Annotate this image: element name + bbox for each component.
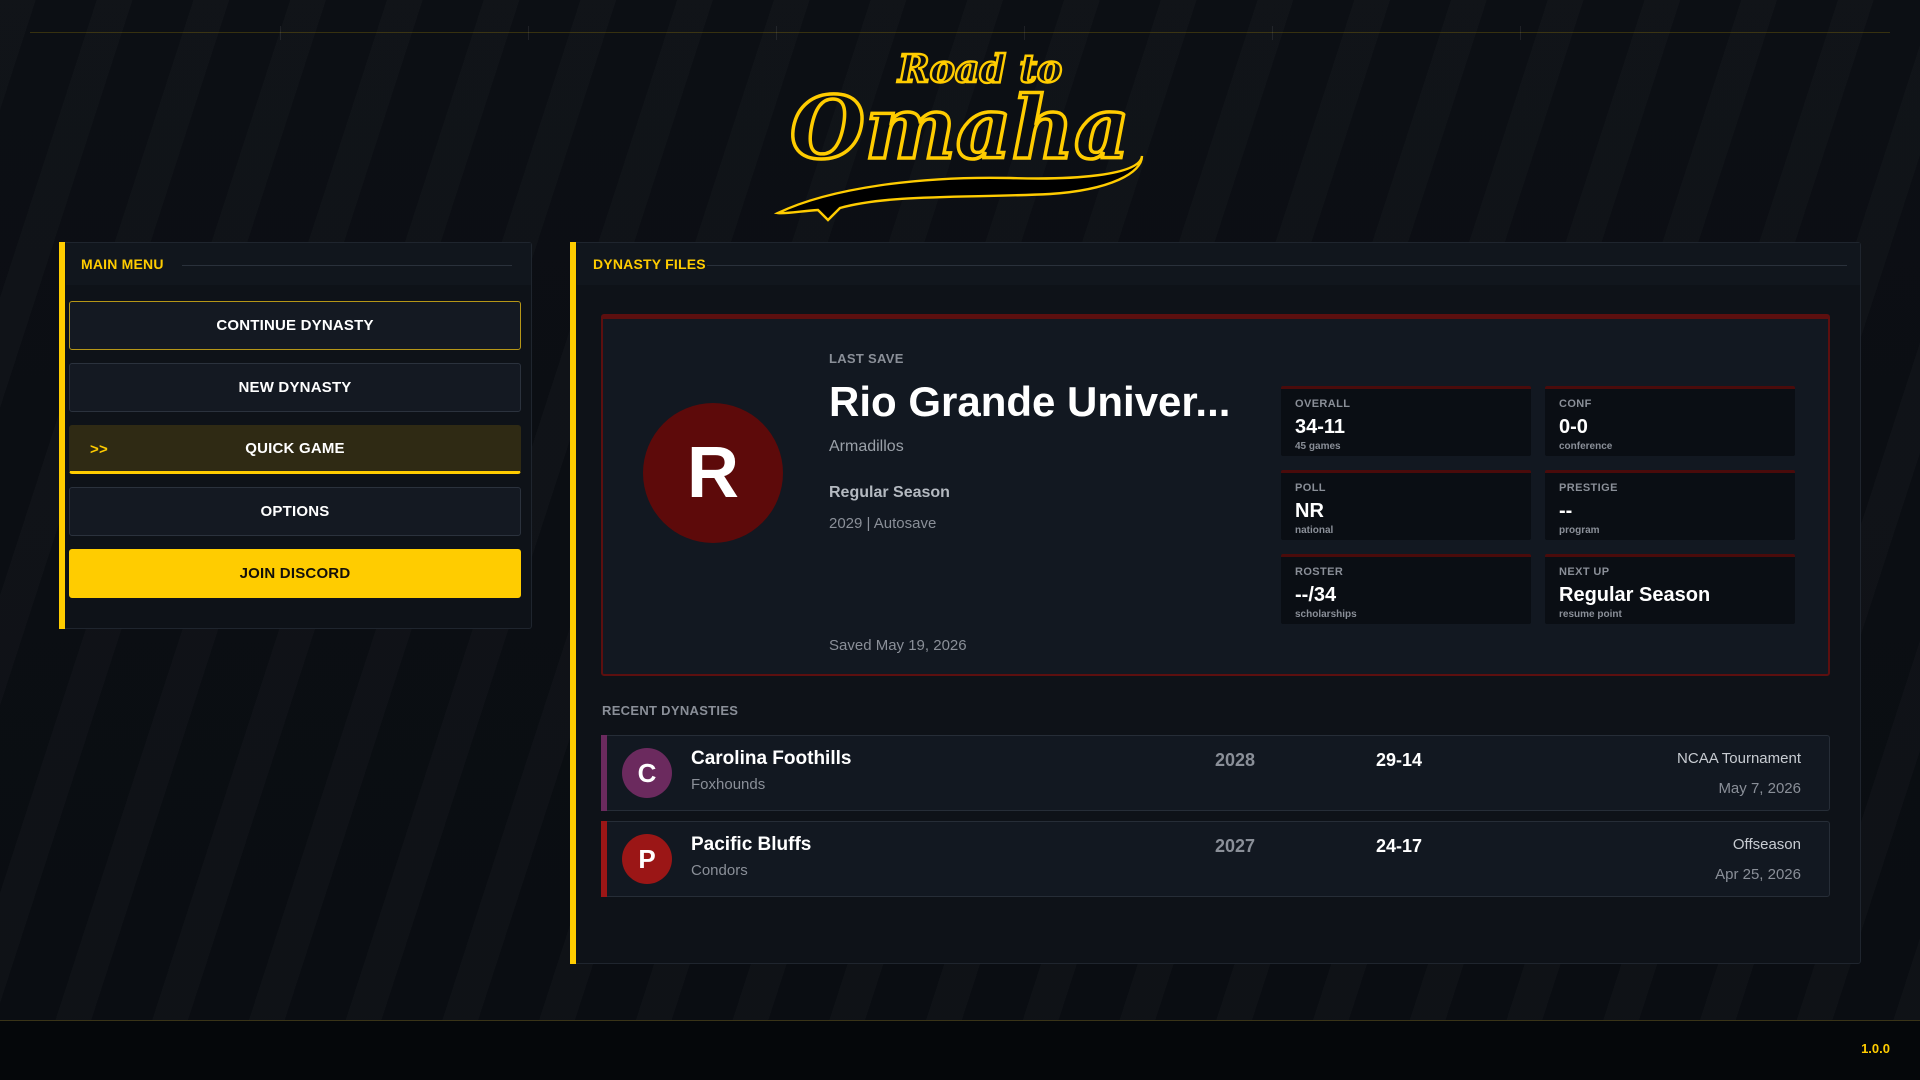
road-to-omaha-logo: Road to Omaha (773, 48, 1144, 222)
top-tick (1024, 26, 1025, 40)
version-label: 1.0.0 (1861, 1041, 1890, 1056)
team-mascot: Foxhounds (691, 776, 766, 793)
options-label: OPTIONS (260, 503, 330, 520)
panel-header: MAIN MENU (66, 243, 531, 285)
new-dynasty-label: NEW DYNASTY (238, 379, 352, 396)
team-avatar: P (622, 834, 672, 884)
stat-label: CONF (1559, 398, 1592, 410)
team-initial: R (687, 433, 739, 513)
stat-sub: national (1295, 525, 1334, 536)
dynasty-row-carolina-foothills[interactable]: C Carolina Foothills Foxhounds 2028 29-1… (601, 735, 1830, 811)
stat-value: Regular Season (1559, 584, 1711, 606)
stat-value: -- (1559, 500, 1573, 522)
stat-next-up: NEXT UP Regular Season resume point (1545, 554, 1795, 624)
top-tick (528, 26, 529, 40)
team-initial: C (637, 757, 657, 788)
panel-accent (59, 242, 65, 629)
dynasty-record: 29-14 (1376, 750, 1423, 770)
dynasty-year: 2027 (1215, 836, 1256, 856)
panel-accent (570, 242, 576, 964)
main-menu-title: MAIN MENU (81, 256, 164, 272)
logo-main-text: Omaha (790, 78, 1130, 179)
stat-label: PRESTIGE (1559, 482, 1618, 494)
year-slot: 2029 | Autosave (829, 515, 937, 532)
panel-header-rule (182, 265, 512, 266)
stat-poll: POLL NR national (1281, 470, 1531, 540)
stat-sub: 45 games (1295, 441, 1341, 452)
top-tick (280, 26, 281, 40)
dynasty-row-pacific-bluffs[interactable]: P Pacific Bluffs Condors 2027 24-17 Offs… (601, 821, 1830, 897)
saved-date: Saved May 19, 2026 (829, 637, 967, 654)
dynasty-files-title: DYNASTY FILES (593, 256, 706, 272)
stat-sub: program (1559, 525, 1600, 536)
row-accent (601, 735, 607, 811)
stat-value: --/34 (1295, 584, 1337, 606)
stat-overall: OVERALL 34-11 45 games (1281, 386, 1531, 456)
stat-label: NEXT UP (1559, 566, 1610, 578)
top-tick (776, 26, 777, 40)
join-discord-button[interactable]: JOIN DISCORD (69, 549, 521, 598)
new-dynasty-button[interactable]: NEW DYNASTY (69, 363, 521, 412)
dynasty-date: May 7, 2026 (1718, 780, 1801, 797)
team-name: Pacific Bluffs (691, 834, 812, 855)
stat-sub: conference (1559, 441, 1613, 452)
continue-dynasty-label: CONTINUE DYNASTY (216, 317, 374, 334)
stat-label: POLL (1295, 482, 1326, 494)
dynasty-year: 2028 (1215, 750, 1256, 770)
panel-header: DYNASTY FILES (577, 243, 1860, 285)
team-name: Carolina Foothills (691, 748, 852, 769)
stat-conf: CONF 0-0 conference (1545, 386, 1795, 456)
selected-arrow-icon: >> (90, 441, 108, 458)
stat-value: NR (1295, 500, 1324, 522)
top-tick (1520, 26, 1521, 40)
row-accent (601, 821, 607, 897)
team-avatar: R (643, 403, 783, 543)
team-name: Rio Grande Univer... (829, 378, 1231, 425)
options-button[interactable]: OPTIONS (69, 487, 521, 536)
dynasty-stage: NCAA Tournament (1677, 750, 1801, 767)
continue-dynasty-button[interactable]: CONTINUE DYNASTY (69, 301, 521, 350)
stat-value: 0-0 (1559, 416, 1588, 438)
stat-prestige: PRESTIGE -- program (1545, 470, 1795, 540)
team-mascot: Condors (691, 862, 748, 879)
recent-dynasties-label: RECENT DYNASTIES (602, 703, 739, 718)
dynasty-stage: Offseason (1732, 836, 1801, 853)
stat-sub: resume point (1559, 609, 1622, 620)
dynasty-date: Apr 25, 2026 (1715, 866, 1801, 883)
top-rule (30, 32, 1890, 33)
stat-label: OVERALL (1295, 398, 1351, 410)
quick-game-label: QUICK GAME (245, 440, 345, 457)
footer-bar: 1.0.0 (0, 1020, 1920, 1080)
stat-value: 34-11 (1295, 416, 1346, 438)
stat-label: ROSTER (1295, 566, 1344, 578)
join-discord-label: JOIN DISCORD (239, 565, 351, 582)
team-mascot: Armadillos (829, 438, 904, 455)
season-phase: Regular Season (829, 484, 950, 501)
quick-game-button[interactable]: >> QUICK GAME (69, 425, 521, 474)
last-save-label: LAST SAVE (829, 351, 904, 366)
top-tick (1272, 26, 1273, 40)
panel-header-rule (707, 265, 1847, 266)
team-avatar: C (622, 748, 672, 798)
stat-sub: scholarships (1295, 609, 1357, 620)
dynasty-record: 24-17 (1376, 836, 1423, 856)
stat-roster: ROSTER --/34 scholarships (1281, 554, 1531, 624)
team-initial: P (638, 843, 656, 874)
